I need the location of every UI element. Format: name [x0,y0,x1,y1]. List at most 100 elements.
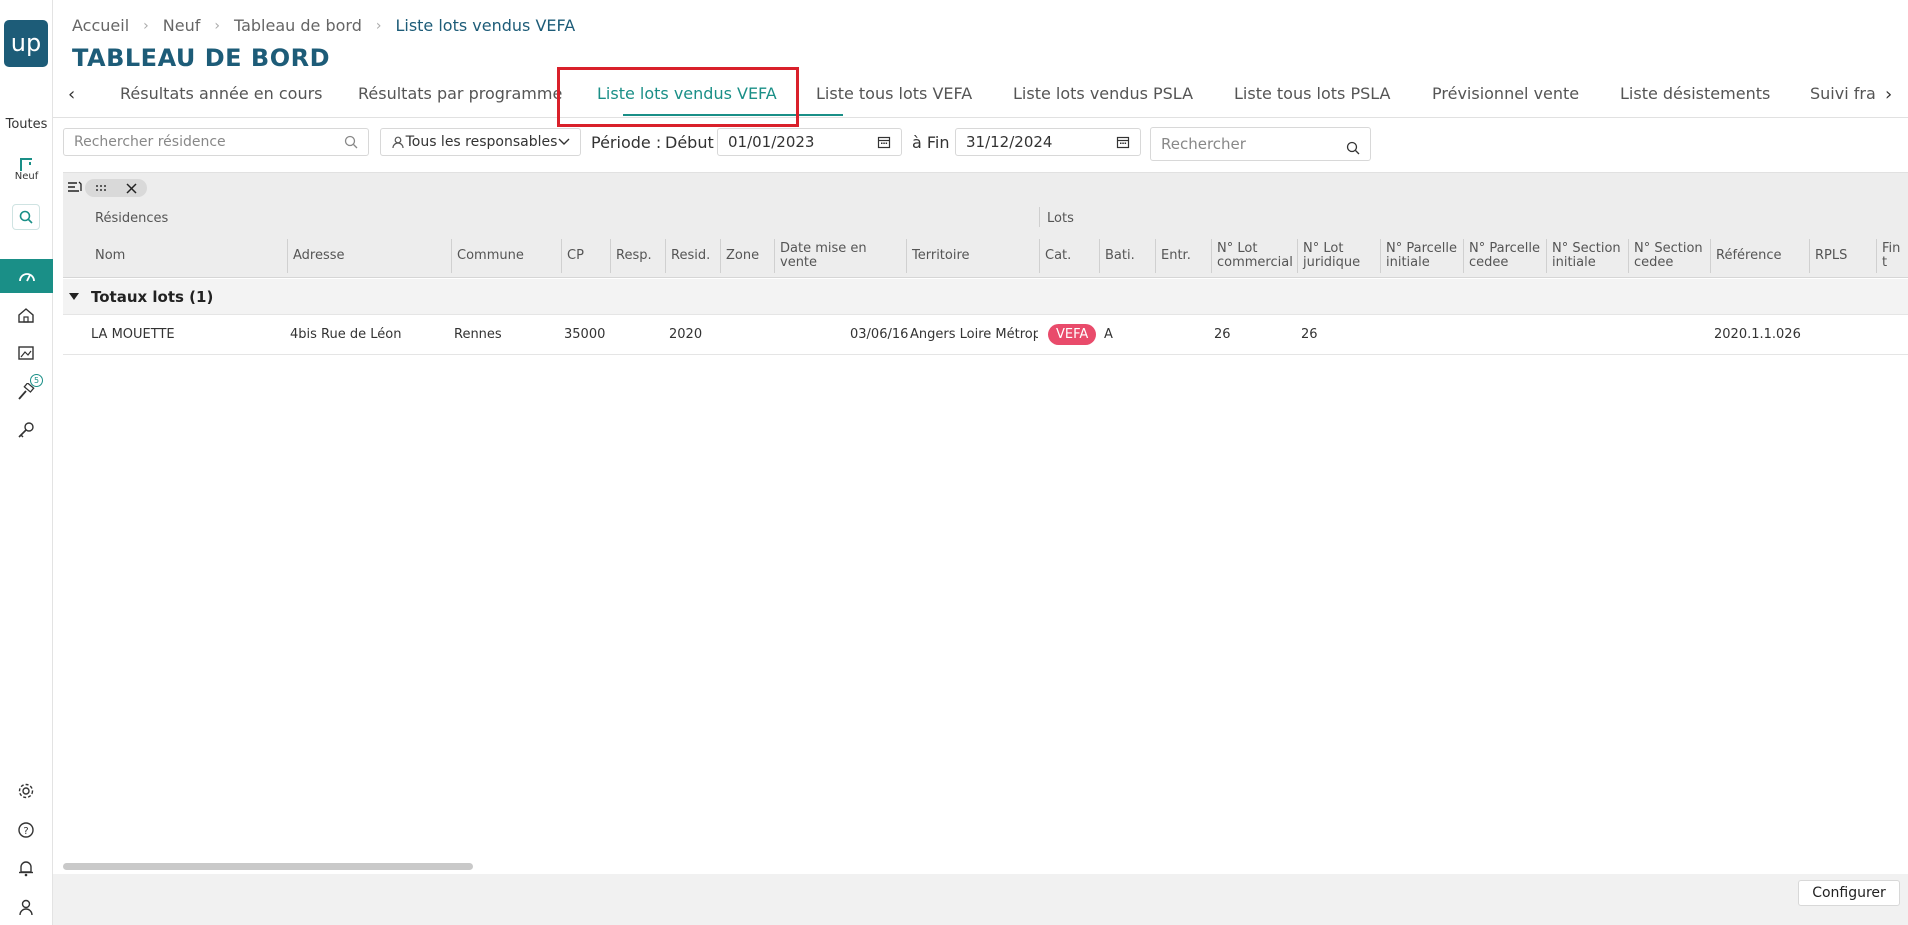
tab-resultats-annee[interactable]: Résultats année en cours [120,84,323,103]
tab-highlight-box [557,67,799,127]
cell-adresse: 4bis Rue de Léon [290,327,402,342]
breadcrumb-accueil[interactable]: Accueil [72,16,129,35]
responsables-select[interactable]: Tous les responsables [380,128,581,156]
breadcrumb-tableau-de-bord[interactable]: Tableau de bord [234,16,362,35]
dashboard-icon[interactable] [0,259,53,293]
filter-all-label[interactable]: Toutes [0,117,53,132]
fin-date-value: 31/12/2024 [966,133,1053,151]
search-icon[interactable] [12,204,40,230]
column-header-reference[interactable]: Référence [1710,239,1809,273]
debut-date-field[interactable]: 01/01/2023 [717,128,902,156]
page-title: TABLEAU DE BORD [72,44,331,72]
chevron-right-icon: › [143,17,149,34]
user-icon[interactable] [15,896,37,918]
residence-search-input[interactable]: Rechercher résidence [63,128,369,156]
column-header-nom[interactable]: Nom [90,239,278,273]
notification-badge: 5 [30,374,43,387]
cell-nom: LA MOUETTE [91,327,175,342]
house-icon[interactable] [15,304,37,326]
chevron-right-icon: › [375,17,382,34]
global-search-input[interactable]: Rechercher [1150,127,1371,161]
cell-commune: Rennes [454,327,502,342]
close-icon[interactable] [126,182,137,194]
tab-resultats-programme[interactable]: Résultats par programme [358,84,562,103]
residence-search-placeholder: Rechercher résidence [74,134,226,150]
column-header-entr[interactable]: Entr. [1155,239,1211,273]
breadcrumb-current: Liste lots vendus VEFA [395,16,576,35]
column-header-lot-commercial[interactable]: N° Lot commercial [1211,239,1297,273]
column-header-parcelle-initiale[interactable]: N° Parcelle initiale [1380,239,1463,273]
app-logo[interactable]: up [4,20,48,67]
cell-date-mise-en-vente: 03/06/16 [850,327,909,342]
group-header-residences: Résidences [95,211,169,226]
cell-lot-commercial: 26 [1214,327,1231,342]
tab-suivi-fra[interactable]: Suivi fra [1810,84,1882,103]
periode-label: Période : [591,133,662,152]
column-header-adresse[interactable]: Adresse [287,239,451,273]
column-header-rpls[interactable]: RPLS [1809,239,1876,273]
group-chip[interactable] [85,179,147,197]
group-row-label: Totaux lots (1) [91,287,214,306]
tab-liste-tous-lots-psla[interactable]: Liste tous lots PSLA [1234,84,1390,103]
breadcrumb-neuf[interactable]: Neuf [163,16,201,35]
column-header-section-cedee[interactable]: N° Section cedee [1628,239,1710,273]
column-header-parcelle-cedee[interactable]: N° Parcelle cedee [1463,239,1546,273]
cell-cp: 35000 [564,327,606,342]
cell-bati: A [1104,327,1113,342]
column-header-cat[interactable]: Cat. [1039,239,1099,273]
cat-badge: VEFA [1048,324,1097,345]
chevron-right-icon[interactable]: › [1885,84,1892,105]
search-icon [1346,141,1360,155]
data-grid: Résidences Lots Nom Adresse Commune CP R… [63,172,1908,874]
group-toggle-icon[interactable] [67,180,83,194]
chevron-right-icon: › [214,17,220,34]
fin-date-field[interactable]: 31/12/2024 [955,128,1141,156]
column-header-fin[interactable]: Fin t [1876,239,1908,273]
bell-icon[interactable] [15,857,37,879]
chevron-down-icon [558,138,570,146]
cell-resid: 2020 [669,327,703,342]
column-header-lot-juridique[interactable]: N° Lot juridique [1297,239,1380,273]
caret-down-icon[interactable] [69,293,79,300]
breadcrumb: Accueil › Neuf › Tableau de bord › Liste… [72,16,575,35]
help-icon[interactable]: ? [15,819,37,841]
column-header-section-initiale[interactable]: N° Section initiale [1546,239,1628,273]
calendar-icon[interactable] [1116,135,1130,149]
tab-liste-tous-lots-vefa[interactable]: Liste tous lots VEFA [816,84,972,103]
horizontal-scrollbar[interactable] [63,863,473,870]
tab-bar: ‹ Résultats année en cours Résultats par… [53,76,1908,118]
global-search-placeholder: Rechercher [1161,135,1246,153]
grid-toolbar [63,173,1908,201]
configure-button[interactable]: Configurer [1798,880,1900,906]
column-header-cp[interactable]: CP [561,239,610,273]
column-header-resp[interactable]: Resp. [610,239,665,273]
debut-label: Début [665,133,714,152]
column-header-resid[interactable]: Resid. [665,239,720,273]
drag-handle-icon[interactable] [95,184,107,192]
column-header-territoire[interactable]: Territoire [906,239,1039,273]
tab-liste-lots-vendus-psla[interactable]: Liste lots vendus PSLA [1013,84,1193,103]
grid-header: Résidences Lots Nom Adresse Commune CP R… [63,201,1908,278]
cell-lot-juridique: 26 [1301,327,1318,342]
tab-previsionnel-vente[interactable]: Prévisionnel vente [1432,84,1579,103]
key-icon[interactable] [15,419,37,441]
chevron-left-icon[interactable]: ‹ [68,84,75,105]
group-divider [1039,207,1040,227]
table-row[interactable]: LA MOUETTE 4bis Rue de Léon Rennes 35000… [63,315,1908,355]
gallery-icon[interactable] [15,342,37,364]
cell-territoire: Angers Loire Métrop [910,327,1038,342]
group-row-totaux[interactable]: Totaux lots (1) [63,279,1908,315]
gear-icon[interactable] [15,780,37,802]
column-header-commune[interactable]: Commune [451,239,561,273]
svg-text:?: ? [23,826,28,837]
responsables-value: Tous les responsables [405,134,558,150]
neuf-label[interactable]: Neuf [0,171,53,182]
group-header-lots: Lots [1047,211,1074,226]
sidebar: up Toutes Neuf 5 ? [0,0,53,925]
calendar-icon[interactable] [877,135,891,149]
column-header-zone[interactable]: Zone [720,239,774,273]
column-header-date-mise-en-vente[interactable]: Date mise en vente [774,239,906,273]
tab-liste-desistements[interactable]: Liste désistements [1620,84,1770,103]
column-header-bati[interactable]: Bati. [1099,239,1155,273]
user-icon [391,135,405,149]
